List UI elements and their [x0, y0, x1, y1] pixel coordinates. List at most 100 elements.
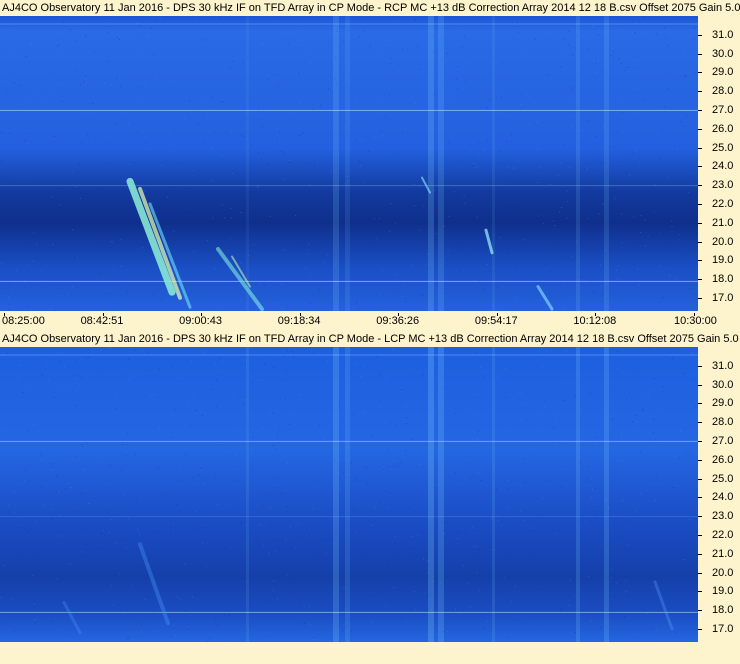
noise-speck — [194, 528, 196, 530]
noise-speck — [360, 579, 362, 581]
noise-speck — [384, 378, 386, 380]
noise-speck — [409, 370, 411, 371]
noise-speck — [31, 97, 33, 99]
noise-speck — [221, 154, 223, 156]
noise-speck — [113, 604, 114, 606]
y-tick-label: 26.0 — [712, 122, 734, 135]
noise-speck — [541, 588, 543, 590]
noise-speck — [394, 216, 396, 218]
noise-speck — [594, 174, 596, 176]
noise-speck — [69, 386, 70, 388]
noise-speck — [610, 206, 612, 207]
noise-speck — [100, 546, 102, 548]
interference-band — [333, 347, 339, 642]
noise-speck — [416, 588, 418, 590]
interference-band — [576, 347, 580, 642]
noise-speck — [192, 477, 193, 479]
noise-speck — [592, 291, 594, 293]
noise-speck — [186, 374, 188, 376]
noise-speck — [483, 627, 485, 629]
x-tick-label: 08:42:51 — [80, 315, 124, 327]
noise-speck — [193, 397, 194, 399]
noise-speck — [75, 26, 77, 28]
noise-speck — [251, 448, 252, 450]
noise-speck — [242, 61, 244, 63]
noise-speck — [141, 350, 143, 352]
y-tick-label: 31.0 — [712, 28, 734, 41]
noise-speck — [680, 121, 682, 123]
noise-speck — [86, 134, 88, 136]
noise-speck — [214, 363, 216, 365]
noise-speck — [356, 302, 357, 304]
noise-speck — [677, 485, 679, 487]
noise-speck — [398, 63, 400, 65]
noise-speck — [629, 174, 630, 176]
noise-speck — [207, 240, 209, 242]
noise-speck — [541, 517, 542, 519]
noise-speck — [446, 53, 448, 54]
noise-speck — [618, 58, 620, 60]
noise-speck — [461, 481, 463, 483]
noise-speck — [89, 113, 91, 115]
noise-speck — [27, 306, 28, 307]
y-tick — [698, 534, 702, 536]
noise-speck — [169, 526, 171, 528]
noise-speck — [0, 541, 2, 543]
noise-speck — [645, 245, 646, 247]
noise-speck — [502, 286, 504, 288]
noise-speck — [616, 582, 618, 584]
noise-speck — [436, 526, 438, 528]
noise-speck — [242, 136, 244, 138]
noise-speck — [162, 493, 164, 495]
noise-speck — [262, 545, 264, 547]
noise-speck — [41, 374, 43, 376]
noise-speck — [212, 108, 214, 110]
noise-speck — [16, 378, 18, 380]
noise-speck — [587, 217, 589, 219]
noise-speck — [498, 183, 499, 185]
noise-speck — [213, 197, 215, 199]
noise-speck — [415, 203, 416, 205]
noise-speck — [360, 139, 362, 141]
interference-band — [492, 16, 495, 311]
noise-speck — [328, 592, 330, 594]
noise-speck — [456, 88, 458, 90]
noise-speck — [676, 632, 678, 634]
noise-speck — [290, 412, 292, 414]
noise-speck — [203, 352, 205, 354]
noise-speck — [597, 60, 599, 62]
noise-speck — [193, 250, 195, 252]
noise-speck — [126, 452, 128, 454]
noise-speck — [511, 486, 513, 488]
noise-speck — [623, 53, 625, 55]
noise-speck — [594, 487, 596, 489]
noise-speck — [130, 232, 132, 233]
noise-speck — [20, 191, 22, 193]
noise-speck — [202, 140, 204, 142]
noise-speck — [636, 268, 638, 270]
noise-speck — [178, 378, 180, 379]
noise-speck — [621, 96, 622, 98]
carrier-line — [0, 280, 698, 282]
noise-speck — [463, 150, 465, 152]
footer-bar — [0, 643, 740, 664]
noise-speck — [369, 73, 371, 75]
noise-speck — [617, 351, 619, 352]
noise-speck — [414, 591, 416, 593]
noise-speck — [208, 637, 210, 639]
noise-speck — [467, 60, 469, 62]
carrier-line — [0, 109, 698, 111]
noise-speck — [364, 181, 366, 183]
noise-speck — [497, 520, 499, 522]
noise-speck — [689, 519, 691, 520]
noise-speck — [4, 623, 6, 625]
noise-speck — [448, 98, 450, 100]
noise-speck — [595, 443, 597, 445]
noise-speck — [298, 72, 300, 74]
y-tick — [698, 260, 702, 262]
noise-speck — [116, 36, 118, 38]
noise-speck — [555, 439, 557, 441]
noise-speck — [219, 17, 221, 19]
noise-speck — [568, 30, 570, 32]
noise-speck — [566, 217, 568, 219]
